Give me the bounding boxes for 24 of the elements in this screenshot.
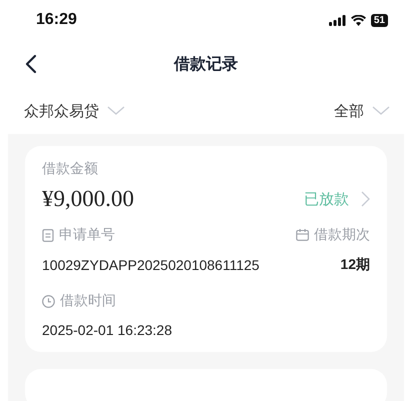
wifi-icon [350,14,366,26]
clock-icon [42,294,55,308]
loan-term: 12期 [340,256,370,274]
loan-time: 2025-02-01 16:23:28 [42,322,173,338]
page-title: 借款记录 [174,54,238,74]
order-label: 申请单号 [59,226,115,244]
time-label: 借款时间 [60,292,116,310]
status-time: 16:29 [36,11,77,29]
amount-label: 借款金额 [42,160,99,178]
chevron-down-icon[interactable] [107,106,125,116]
signal-icon [328,14,346,26]
order-number: 10029ZYDAPP2025020108611125 [42,257,260,273]
filter-dropdown[interactable]: 众邦众易贷 [24,102,125,120]
battery-level: 51 [370,14,388,26]
chevron-down-icon[interactable] [372,106,390,116]
document-icon [42,228,54,242]
filter-dropdown[interactable]: 全部 [334,102,390,120]
chevron-right-icon[interactable] [361,191,370,207]
back-icon[interactable] [25,54,37,74]
term-label: 借款期次 [314,226,370,244]
loan-amount: ¥9,000.00 [42,186,134,212]
loan-status: 已放款 [304,190,349,208]
calendar-icon [296,229,309,241]
loan-card[interactable]: 借款金额 ¥9,000.00 已放款 申请单号 借款期次 10029ZYDAPP2025020108611125 12期 借款时间 2025-02-01 16:23:28 [25,146,387,352]
